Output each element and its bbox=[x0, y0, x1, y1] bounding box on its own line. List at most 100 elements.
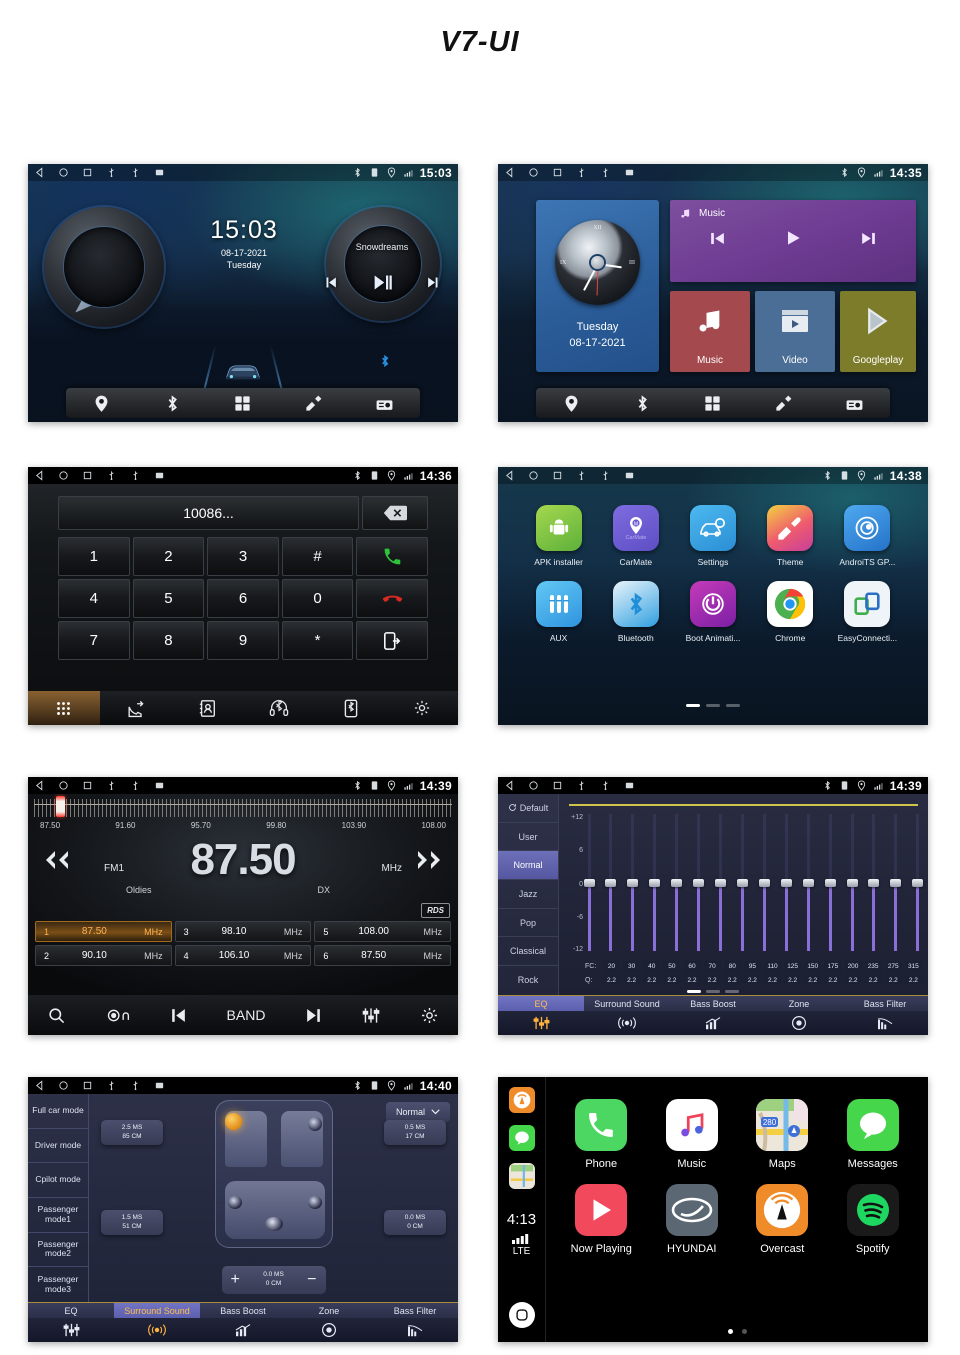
page-dot[interactable] bbox=[686, 704, 700, 707]
q-cells[interactable]: 2.2 2.2 2.2 2.2 2.2 2.2 2.2 2.2 2.2 2.2 2.2 2.2 2.2 2… bbox=[603, 975, 922, 986]
app-chrome[interactable]: Chrome bbox=[752, 581, 829, 643]
dialer-tabbar[interactable] bbox=[28, 691, 458, 725]
eq-slider-thumb[interactable] bbox=[693, 878, 705, 887]
usb-icon[interactable] bbox=[130, 1080, 141, 1091]
carplay-app-overcast[interactable]: Overcast bbox=[737, 1184, 828, 1255]
widgets-dock[interactable] bbox=[536, 388, 890, 418]
eq-slider-thumb[interactable] bbox=[912, 878, 924, 887]
music-widget[interactable]: Music bbox=[670, 200, 916, 282]
carplay-app-maps[interactable]: 280 Maps bbox=[737, 1099, 828, 1170]
carplay-app-messages[interactable]: Messages bbox=[828, 1099, 919, 1170]
app-boot-animation[interactable]: Boot Animati... bbox=[674, 581, 751, 643]
clock-widget[interactable]: XII III IX Tuesday 08-17-2021 bbox=[536, 200, 659, 372]
bluetooth-icon[interactable] bbox=[163, 394, 182, 413]
next-icon[interactable] bbox=[304, 1006, 323, 1025]
preset-5[interactable]: 5 108.00 MHz bbox=[314, 921, 451, 942]
mode-cpilot[interactable]: Cpilot mode bbox=[28, 1163, 88, 1198]
music-knob[interactable] bbox=[326, 207, 440, 321]
usb-icon[interactable] bbox=[106, 780, 117, 791]
eq-fc-cell[interactable]: 95 bbox=[743, 961, 761, 972]
home-icon[interactable] bbox=[58, 1080, 69, 1091]
eq-q-cell[interactable]: 2.2 bbox=[784, 975, 802, 986]
delay-front-right[interactable]: 0.5 MS 17 CM bbox=[384, 1120, 446, 1145]
recents-icon[interactable] bbox=[82, 167, 93, 178]
usb-icon[interactable] bbox=[106, 167, 117, 178]
page-dot[interactable] bbox=[687, 990, 701, 993]
carplay-app-phone[interactable]: Phone bbox=[556, 1099, 647, 1170]
usb-icon[interactable] bbox=[576, 470, 587, 481]
eq-band-slider[interactable] bbox=[802, 814, 814, 951]
dialed-number[interactable]: 10086... bbox=[58, 496, 359, 530]
eq-fc-cell[interactable]: 275 bbox=[884, 961, 902, 972]
volume-knob[interactable] bbox=[44, 207, 164, 327]
page-dot[interactable] bbox=[741, 1329, 747, 1334]
tile-video[interactable]: Video bbox=[755, 291, 835, 372]
band-button[interactable]: BAND bbox=[227, 1007, 266, 1023]
tab-zone[interactable]: Zone bbox=[286, 1303, 372, 1342]
nav-icons[interactable] bbox=[34, 470, 165, 481]
eq-fc-cell[interactable]: 125 bbox=[784, 961, 802, 972]
eq-band-slider[interactable] bbox=[912, 814, 924, 951]
apps-icon[interactable] bbox=[233, 394, 252, 413]
transfer-button[interactable] bbox=[356, 621, 428, 660]
eq-preset-jazz[interactable]: Jazz bbox=[498, 880, 558, 909]
hangup-button[interactable] bbox=[356, 579, 428, 618]
back-icon[interactable] bbox=[504, 167, 515, 178]
page-dot[interactable] bbox=[706, 704, 720, 707]
key-0[interactable]: 0 bbox=[281, 579, 354, 618]
page-indicator[interactable] bbox=[498, 990, 928, 993]
app-settings[interactable]: Settings bbox=[674, 505, 751, 567]
home-icon[interactable] bbox=[528, 470, 539, 481]
nav-icons[interactable] bbox=[504, 167, 635, 178]
increment-button[interactable]: + bbox=[231, 1269, 240, 1291]
nav-icons[interactable] bbox=[504, 780, 635, 791]
theme-brush-icon[interactable] bbox=[774, 394, 793, 413]
sdcard-icon[interactable] bbox=[624, 780, 635, 791]
usb-icon[interactable] bbox=[106, 470, 117, 481]
eq-preset-default[interactable]: Default bbox=[498, 794, 558, 823]
tab-zone[interactable]: Zone bbox=[756, 996, 842, 1035]
home-icon[interactable] bbox=[58, 780, 69, 791]
mode-passenger-1[interactable]: Passenger mode1 bbox=[28, 1198, 88, 1233]
tile-music[interactable]: Music bbox=[670, 291, 750, 372]
app-aux[interactable]: AUX bbox=[520, 581, 597, 643]
page-indicator[interactable] bbox=[556, 1329, 918, 1334]
usb-icon[interactable] bbox=[600, 470, 611, 481]
settings-icon[interactable] bbox=[420, 1006, 439, 1025]
eq-q-cell[interactable]: 2.2 bbox=[623, 975, 641, 986]
page-dot[interactable] bbox=[706, 990, 720, 993]
eq-band-slider[interactable] bbox=[868, 814, 880, 951]
delay-front-left[interactable]: 2.5 MS 85 CM bbox=[101, 1120, 163, 1145]
player-controls[interactable] bbox=[324, 272, 440, 293]
home-icon[interactable] bbox=[58, 470, 69, 481]
eq-fc-cell[interactable]: 70 bbox=[703, 961, 721, 972]
nav-icons[interactable] bbox=[34, 1080, 165, 1091]
eq-q-cell[interactable]: 2.2 bbox=[824, 975, 842, 986]
eq-fc-cell[interactable]: 235 bbox=[864, 961, 882, 972]
eq-fc-cell[interactable]: 80 bbox=[723, 961, 741, 972]
music-widget-controls[interactable] bbox=[680, 228, 906, 248]
eq-slider-thumb[interactable] bbox=[627, 878, 639, 887]
eq-q-cell[interactable]: 2.2 bbox=[844, 975, 862, 986]
eq-q-cell[interactable]: 2.2 bbox=[643, 975, 661, 986]
call-button[interactable] bbox=[356, 537, 428, 576]
eq-fc-cell[interactable]: 30 bbox=[623, 961, 641, 972]
app-apk-installer[interactable]: APK installer bbox=[520, 505, 597, 567]
panel-widgets[interactable]: 14:35 XII III IX Tuesday 08-17-2021 Musi… bbox=[498, 164, 928, 422]
usb-icon[interactable] bbox=[576, 780, 587, 791]
mode-driver[interactable]: Driver mode bbox=[28, 1129, 88, 1164]
usb-icon[interactable] bbox=[106, 1080, 117, 1091]
tab-eq[interactable]: EQ bbox=[498, 996, 584, 1035]
nav-icons[interactable] bbox=[504, 470, 635, 481]
eq-slider-thumb[interactable] bbox=[824, 878, 836, 887]
eq-q-cell[interactable]: 2.2 bbox=[663, 975, 681, 986]
key-9[interactable]: 9 bbox=[207, 621, 279, 660]
eq-band-slider[interactable] bbox=[824, 814, 836, 951]
backspace-button[interactable] bbox=[362, 496, 428, 530]
eq-slider-thumb[interactable] bbox=[758, 878, 770, 887]
eq-slider-thumb[interactable] bbox=[868, 878, 880, 887]
eq-band-slider[interactable] bbox=[846, 814, 858, 951]
eq-preset-normal[interactable]: Normal bbox=[498, 851, 558, 881]
tab-surround-sound[interactable]: Surround Sound bbox=[114, 1303, 200, 1342]
search-icon[interactable] bbox=[47, 1006, 66, 1025]
